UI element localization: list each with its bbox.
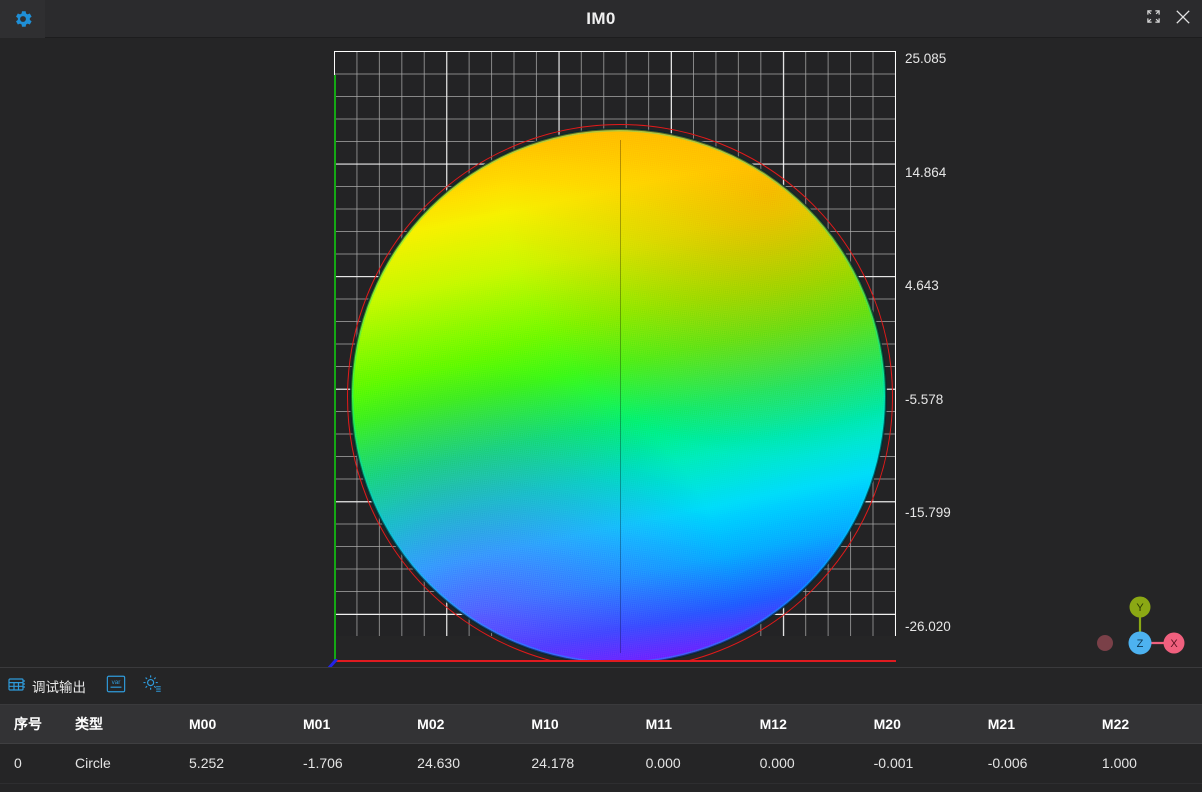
column-header-m01[interactable]: M01 xyxy=(289,705,404,744)
table-header-row: 序号 类型 M00 M01 M02 M10 M11 M12 M20 M21 M2… xyxy=(0,705,1202,744)
close-icon xyxy=(1174,8,1192,31)
cell-type: Circle xyxy=(60,743,176,784)
column-header-m22[interactable]: M22 xyxy=(1087,705,1202,744)
y-tick-2: 4.643 xyxy=(905,278,939,293)
tab-debug-output-label: 调试输出 xyxy=(32,680,86,695)
title-bar: IM0 xyxy=(0,0,1202,38)
cell-m10: 24.178 xyxy=(517,743,632,784)
gizmo-neg-x-dot xyxy=(1097,635,1113,651)
settings-button[interactable] xyxy=(0,0,45,38)
expand-button[interactable] xyxy=(1140,4,1166,34)
fitted-circle-overlay xyxy=(347,124,893,661)
table-icon xyxy=(8,677,26,696)
gear-icon xyxy=(12,8,34,30)
column-header-index[interactable]: 序号 xyxy=(0,705,61,744)
column-header-type[interactable]: 类型 xyxy=(60,705,176,744)
variables-button[interactable]: var xyxy=(98,668,134,705)
y-axis-line xyxy=(334,75,336,660)
y-axis-tick-labels: 25.085 14.864 4.643 -5.578 -15.799 -26.0… xyxy=(905,51,1005,667)
cell-m22: 1.000 xyxy=(1087,743,1202,784)
point-cloud-viewport[interactable]: 25.085 14.864 4.643 -5.578 -15.799 -26.0… xyxy=(0,38,1202,667)
column-header-m21[interactable]: M21 xyxy=(973,705,1088,744)
y-tick-0: 25.085 xyxy=(905,51,947,66)
cell-m02: 24.630 xyxy=(403,743,518,784)
gizmo-y-label: Y xyxy=(1136,602,1144,614)
column-header-m12[interactable]: M12 xyxy=(745,705,860,744)
cell-m01: -1.706 xyxy=(289,743,404,784)
table-row[interactable]: 0 Circle 5.252 -1.706 24.630 24.178 0.00… xyxy=(0,743,1202,784)
application-window: IM0 25.085 14.864 4.643 -5.578 -15.799 -… xyxy=(0,0,1202,792)
y-tick-1: 14.864 xyxy=(905,165,947,180)
gizmo-x-label: X xyxy=(1170,638,1178,650)
expand-icon xyxy=(1146,9,1161,29)
gizmo-z-label: Z xyxy=(1137,638,1144,650)
column-header-m10[interactable]: M10 xyxy=(517,705,632,744)
cell-m11: 0.000 xyxy=(631,743,746,784)
close-button[interactable] xyxy=(1168,4,1198,34)
tab-debug-output[interactable]: 调试输出 xyxy=(0,668,98,705)
dock-toolbar: 调试输出 var xyxy=(0,668,1202,705)
settings-gear-icon xyxy=(141,673,163,699)
var-icon: var xyxy=(105,674,127,699)
column-header-m02[interactable]: M02 xyxy=(403,705,518,744)
cell-m12: 0.000 xyxy=(745,743,860,784)
y-tick-5: -26.020 xyxy=(905,619,951,634)
bottom-dock-panel: 调试输出 var 序号 类型 M00 M01 M02 M10 M11 M12 M… xyxy=(0,667,1202,792)
results-table: 序号 类型 M00 M01 M02 M10 M11 M12 M20 M21 M2… xyxy=(0,705,1202,784)
point-cloud-render[interactable] xyxy=(334,51,896,661)
x-axis-line xyxy=(334,660,896,662)
cell-m20: -0.001 xyxy=(859,743,974,784)
y-tick-3: -5.578 xyxy=(905,392,944,407)
column-header-m20[interactable]: M20 xyxy=(859,705,974,744)
cell-index: 0 xyxy=(0,743,61,784)
page-title: IM0 xyxy=(586,9,616,28)
z-axis-line xyxy=(325,658,339,667)
orientation-gizmo[interactable]: Y X Z xyxy=(1085,588,1195,667)
column-header-m11[interactable]: M11 xyxy=(631,705,746,744)
cell-m21: -0.006 xyxy=(973,743,1088,784)
svg-text:var: var xyxy=(112,679,122,686)
column-header-m00[interactable]: M00 xyxy=(175,705,290,744)
window-controls xyxy=(1140,0,1198,38)
y-tick-4: -15.799 xyxy=(905,505,951,520)
dock-settings-button[interactable] xyxy=(134,668,170,705)
cell-m00: 5.252 xyxy=(175,743,290,784)
